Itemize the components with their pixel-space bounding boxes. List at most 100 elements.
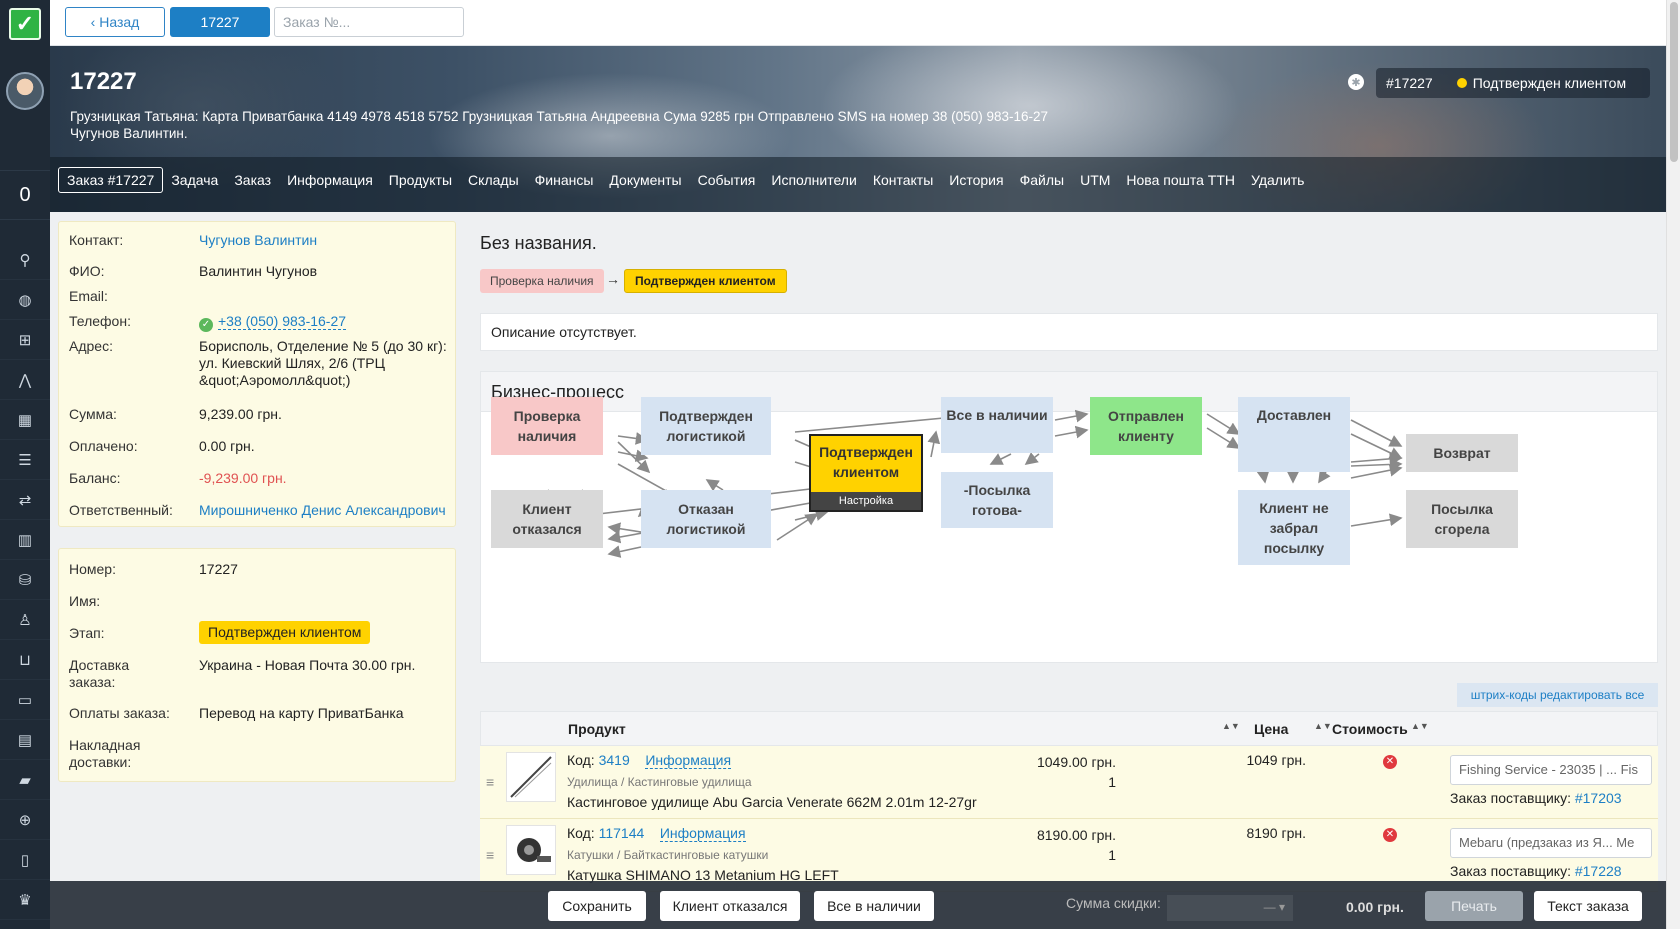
print-button[interactable]: Печать bbox=[1425, 891, 1523, 921]
code-label: Код: bbox=[567, 825, 595, 841]
wallet-icon[interactable]: ▭ bbox=[0, 680, 50, 720]
remove-product-icon[interactable]: ✕ bbox=[1383, 755, 1397, 769]
order-text-button[interactable]: Текст заказа bbox=[1534, 891, 1642, 921]
tab-documents[interactable]: Документы bbox=[601, 167, 689, 193]
product-thumbnail[interactable] bbox=[506, 825, 556, 875]
current-stage-pill[interactable]: Подтвержден клиентом bbox=[624, 269, 787, 293]
supplier-order-link[interactable]: #17228 bbox=[1575, 863, 1622, 879]
notification-counter[interactable]: 0 bbox=[0, 170, 50, 220]
bp-node-not-picked[interactable]: Клиент не забрал посылку bbox=[1238, 490, 1350, 565]
tab-order[interactable]: Заказ bbox=[226, 167, 279, 193]
business-process-panel: Бизнес-процесс Проверка наличия Подтверж… bbox=[480, 371, 1658, 663]
user-avatar[interactable] bbox=[6, 72, 44, 110]
price-value: 8190.00 грн. bbox=[1036, 827, 1116, 843]
product-code-link[interactable]: 117144 bbox=[599, 825, 645, 841]
back-button[interactable]: ‹ Назад bbox=[65, 7, 165, 37]
top-bar: ‹ Назад 17227 bbox=[50, 0, 1666, 46]
bp-node-burned[interactable]: Посылка сгорела bbox=[1406, 490, 1518, 548]
qty-value[interactable]: 1 bbox=[1037, 845, 1116, 865]
tab-delete[interactable]: Удалить bbox=[1243, 167, 1312, 193]
app-logo-check-icon[interactable]: ✓ bbox=[9, 8, 41, 40]
table-icon[interactable]: ☰ bbox=[0, 440, 50, 480]
product-code-link[interactable]: 3419 bbox=[599, 752, 630, 768]
col-price[interactable]: Цена bbox=[1254, 721, 1288, 737]
bp-node-parcel-ready[interactable]: -Посылка готова- bbox=[941, 472, 1053, 528]
bp-node-returned[interactable]: Возврат bbox=[1406, 434, 1518, 472]
globe-icon[interactable]: ◍ bbox=[0, 280, 50, 320]
supplier-order-link[interactable]: #17203 bbox=[1575, 790, 1622, 806]
tab-executors[interactable]: Исполнители bbox=[763, 167, 864, 193]
calendar-icon[interactable]: ▦ bbox=[0, 400, 50, 440]
order-details-panel: Номер: 17227 Имя: Этап: Подтвержден клие… bbox=[58, 548, 456, 782]
bp-node-confirmed-logistics[interactable]: Подтвержден логистикой bbox=[641, 397, 771, 455]
drag-handle-icon[interactable]: ≡ bbox=[486, 847, 494, 863]
bp-node-all-stock[interactable]: Все в наличии bbox=[941, 397, 1053, 453]
clipboard-add-icon[interactable]: ⊕ bbox=[0, 800, 50, 840]
product-cost: 8190 грн. bbox=[1246, 825, 1306, 841]
plus-box-icon[interactable]: ⊞ bbox=[0, 320, 50, 360]
sort-price-icon[interactable]: ▲▼ bbox=[1314, 721, 1332, 731]
contact-link[interactable]: Чугунов Валинтин bbox=[199, 232, 317, 248]
scrollbar-thumb[interactable] bbox=[1670, 2, 1678, 162]
drag-handle-icon[interactable]: ≡ bbox=[486, 774, 494, 790]
discount-select[interactable]: — ▾ bbox=[1167, 895, 1293, 921]
product-thumbnail[interactable] bbox=[506, 752, 556, 802]
sort-product-icon[interactable]: ▲▼ bbox=[1222, 721, 1240, 731]
sort-cost-icon[interactable]: ▲▼ bbox=[1411, 721, 1429, 731]
user-settings-icon[interactable]: ♙ bbox=[0, 600, 50, 640]
remove-product-icon[interactable]: ✕ bbox=[1383, 828, 1397, 842]
stage-badge[interactable]: Подтвержден клиентом bbox=[199, 621, 371, 644]
tab-nova-poshta[interactable]: Нова пошта ТТН bbox=[1118, 167, 1243, 193]
phone-link[interactable]: +38 (050) 983-16-27 bbox=[218, 313, 347, 330]
bp-node-sent[interactable]: Отправлен клиенту bbox=[1090, 397, 1202, 455]
tab-events[interactable]: События bbox=[690, 167, 764, 193]
qty-value[interactable]: 1 bbox=[1037, 772, 1116, 792]
database-icon[interactable]: ⛁ bbox=[0, 560, 50, 600]
star-icon[interactable]: ✱ bbox=[1348, 74, 1364, 90]
tab-history[interactable]: История bbox=[941, 167, 1011, 193]
product-code: Код: 3419 Информация bbox=[567, 752, 732, 769]
tab-order-main[interactable]: Заказ #17227 bbox=[58, 167, 164, 193]
status-badge[interactable]: #17227 Подтвержден клиентом bbox=[1376, 68, 1650, 98]
tab-utm[interactable]: UTM bbox=[1072, 167, 1118, 193]
table-row: ≡ Код: 3419 Информация Удилища / Кастинг… bbox=[480, 746, 1658, 819]
transfer-icon[interactable]: ⇄ bbox=[0, 480, 50, 520]
client-refused-button[interactable]: Клиент отказался bbox=[660, 891, 800, 921]
cash-register-icon[interactable]: ▤ bbox=[0, 720, 50, 760]
search-icon[interactable]: ⚲ bbox=[0, 240, 50, 280]
product-info-link[interactable]: Информация bbox=[659, 825, 746, 842]
supplier-select[interactable]: Mebaru (предзаказ из Я... Me bbox=[1450, 828, 1652, 858]
crown-icon[interactable]: ♛ bbox=[0, 880, 50, 920]
tab-contacts[interactable]: Контакты bbox=[865, 167, 941, 193]
bp-node-delivered[interactable]: Доставлен bbox=[1238, 397, 1350, 472]
bp-node-settings-button[interactable]: Настройка bbox=[811, 492, 921, 510]
tab-files[interactable]: Файлы bbox=[1012, 167, 1072, 193]
product-info-link[interactable]: Информация bbox=[645, 752, 732, 769]
col-cost[interactable]: Стоимость bbox=[1332, 721, 1408, 737]
tab-task[interactable]: Задача bbox=[163, 167, 226, 193]
bp-node-confirmed-client[interactable]: Подтвержден клиентом Настройка bbox=[809, 434, 923, 512]
page-scrollbar[interactable] bbox=[1666, 0, 1680, 929]
order-title: 17227 bbox=[70, 68, 137, 95]
bp-node-check[interactable]: Проверка наличия bbox=[491, 397, 603, 455]
bp-node-client-refused[interactable]: Клиент отказался bbox=[491, 490, 603, 548]
share-icon[interactable]: ⋀ bbox=[0, 360, 50, 400]
prev-stage-pill[interactable]: Проверка наличия bbox=[480, 269, 604, 293]
barcode-icon[interactable]: ▥ bbox=[0, 520, 50, 560]
tab-products[interactable]: Продукты bbox=[381, 167, 460, 193]
chat-icon[interactable]: ▰ bbox=[0, 760, 50, 800]
supplier-select[interactable]: Fishing Service - 23035 | ... Fis bbox=[1450, 755, 1652, 785]
order-number-button[interactable]: 17227 bbox=[170, 7, 270, 37]
tab-finances[interactable]: Финансы bbox=[527, 167, 602, 193]
responsible-link[interactable]: Мирошниченко Денис Александрович bbox=[199, 502, 446, 518]
tab-info[interactable]: Информация bbox=[279, 167, 381, 193]
col-product[interactable]: Продукт bbox=[568, 721, 626, 737]
tab-warehouses[interactable]: Склады bbox=[460, 167, 527, 193]
all-in-stock-button[interactable]: Все в наличии bbox=[814, 891, 934, 921]
save-button[interactable]: Сохранить bbox=[548, 891, 646, 921]
edit-barcodes-button[interactable]: штрих-коды редактировать все bbox=[1457, 683, 1658, 707]
bp-node-denied-logistics[interactable]: Отказан логистикой bbox=[641, 490, 771, 548]
box-icon[interactable]: ⊔ bbox=[0, 640, 50, 680]
order-search-input[interactable] bbox=[274, 7, 464, 37]
document-icon[interactable]: ▯ bbox=[0, 840, 50, 880]
